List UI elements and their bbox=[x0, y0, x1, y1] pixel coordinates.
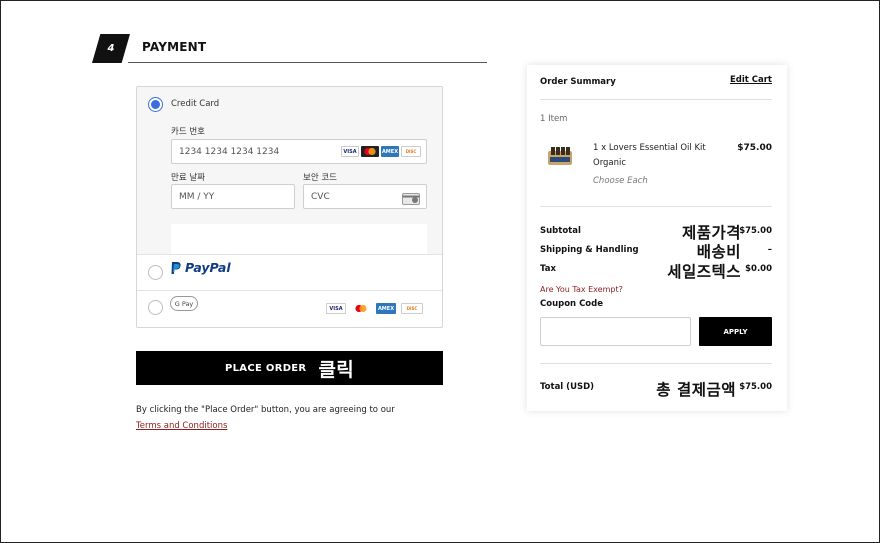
order-summary-title: Order Summary bbox=[540, 77, 616, 87]
paypal-radio[interactable] bbox=[148, 265, 163, 280]
summary-divider bbox=[540, 363, 772, 364]
google-pay-logo: G Pay bbox=[170, 296, 198, 311]
discover-icon: DISC bbox=[401, 303, 423, 314]
expiry-label: 만료 날짜 bbox=[171, 173, 205, 183]
product-variant: Choose Each bbox=[593, 176, 648, 186]
total-annotation: 총 결제금액 bbox=[656, 381, 736, 399]
discover-icon: DISC bbox=[401, 146, 421, 157]
product-thumbnail bbox=[546, 143, 574, 171]
paypal-logo: PayPal bbox=[170, 260, 231, 275]
paypal-label: PayPal bbox=[185, 260, 231, 275]
payment-methods-panel: Credit Card 카드 번호 1234 1234 1234 1234 VI… bbox=[136, 86, 443, 328]
visa-icon: VISA bbox=[326, 303, 346, 314]
payment-header-divider bbox=[128, 62, 487, 63]
cvc-card-icon bbox=[402, 190, 420, 205]
apply-coupon-button[interactable]: APPLY bbox=[699, 317, 772, 346]
tax-exempt-link[interactable]: Are You Tax Exempt? bbox=[540, 285, 623, 294]
mastercard-icon bbox=[351, 303, 371, 314]
shipping-annotation: 배송비 bbox=[696, 243, 741, 261]
credit-card-label: Credit Card bbox=[171, 99, 220, 109]
terms-link[interactable]: Terms and Conditions bbox=[136, 421, 227, 431]
agreement-text: By clicking the "Place Order" button, yo… bbox=[136, 405, 395, 415]
card-number-label: 카드 번호 bbox=[171, 127, 205, 137]
total-label: Total (USD) bbox=[540, 382, 595, 392]
subtotal-value: $75.00 bbox=[739, 226, 772, 236]
card-extra-field bbox=[171, 224, 427, 254]
method-divider bbox=[137, 254, 442, 255]
gpay-radio[interactable] bbox=[148, 300, 163, 315]
payment-section-title: PAYMENT bbox=[142, 40, 207, 54]
credit-card-radio[interactable] bbox=[148, 97, 163, 112]
cvc-placeholder: CVC bbox=[311, 191, 330, 202]
method-divider bbox=[137, 290, 442, 291]
amex-icon: AMEX bbox=[381, 146, 399, 157]
cvc-label: 보안 코드 bbox=[303, 173, 337, 183]
coupon-label: Coupon Code bbox=[540, 299, 603, 309]
expiry-input[interactable]: MM / YY bbox=[171, 184, 295, 209]
tax-annotation: 세일즈텍스 bbox=[667, 263, 741, 281]
shipping-label: Shipping & Handling bbox=[540, 245, 639, 255]
click-annotation: 클릭 bbox=[318, 358, 354, 381]
edit-cart-link[interactable]: Edit Cart bbox=[730, 75, 772, 85]
amex-icon: AMEX bbox=[376, 303, 396, 314]
items-count: 1 Item bbox=[540, 114, 568, 124]
shipping-value: – bbox=[767, 245, 772, 255]
summary-divider bbox=[540, 99, 772, 100]
place-order-button[interactable]: PLACE ORDER 클릭 bbox=[136, 351, 443, 385]
product-name: 1 x Lovers Essential Oil Kit Organic bbox=[593, 143, 706, 168]
tax-label: Tax bbox=[540, 264, 556, 274]
tax-value: $0.00 bbox=[745, 264, 772, 274]
order-summary-panel: Order Summary Edit Cart 1 Item 1 x Lover… bbox=[527, 65, 787, 411]
coupon-input[interactable] bbox=[540, 317, 691, 346]
card-number-placeholder: 1234 1234 1234 1234 bbox=[179, 146, 280, 157]
product-price: $75.00 bbox=[737, 143, 772, 153]
summary-divider bbox=[540, 206, 772, 207]
credit-card-form: Credit Card 카드 번호 1234 1234 1234 1234 VI… bbox=[137, 87, 442, 254]
mastercard-icon bbox=[361, 146, 379, 157]
subtotal-label: Subtotal bbox=[540, 226, 581, 236]
expiry-placeholder: MM / YY bbox=[179, 191, 215, 202]
visa-icon: VISA bbox=[341, 146, 359, 157]
total-value: $75.00 bbox=[739, 382, 772, 392]
place-order-label: PLACE ORDER bbox=[225, 362, 307, 374]
